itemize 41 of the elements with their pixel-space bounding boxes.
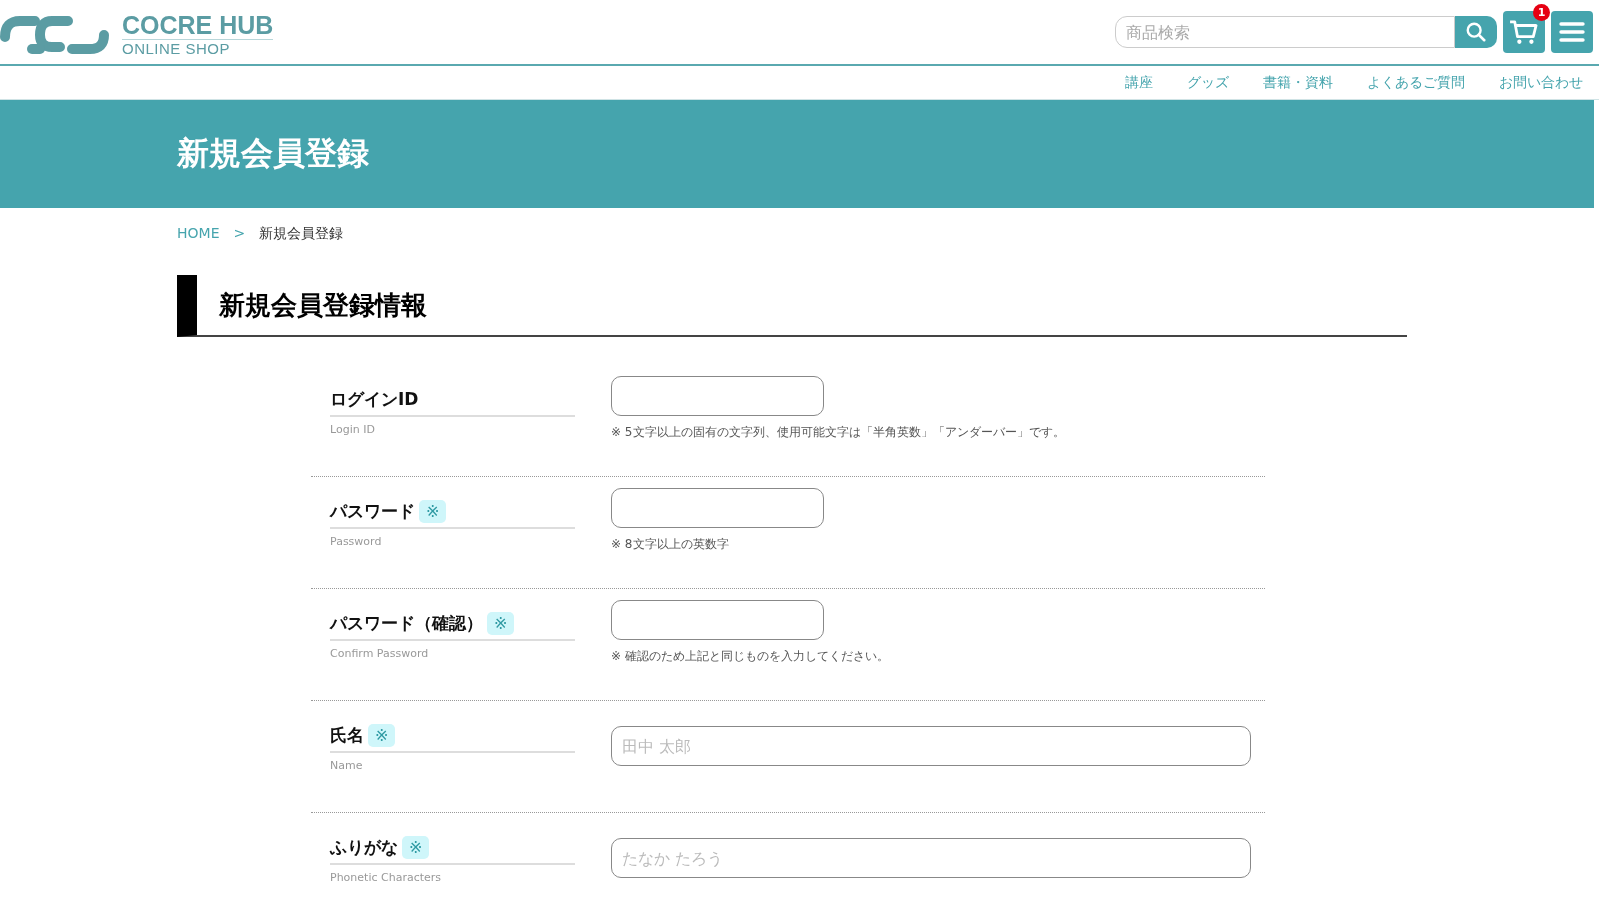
required-badge: ※	[402, 835, 430, 859]
field-label: ふりがな	[330, 835, 398, 859]
cart-count-badge: 1	[1533, 4, 1550, 21]
nav-link[interactable]: 講座	[1125, 73, 1153, 92]
required-badge: ※	[368, 723, 396, 747]
input-field[interactable]: たなか たろう	[611, 838, 1251, 878]
required-badge: ※	[487, 611, 515, 635]
nav-link[interactable]: お問い合わせ	[1499, 73, 1583, 92]
field-label: ログインID	[330, 387, 419, 411]
menu-icon	[1559, 21, 1585, 43]
page-title: 新規会員登録	[177, 133, 369, 174]
nav-link[interactable]: 書籍・資料	[1263, 73, 1333, 92]
search-icon	[1465, 21, 1487, 43]
breadcrumb-separator: >	[233, 225, 246, 243]
field-note: ※ 8文字以上の英数字	[611, 536, 730, 553]
required-badge: ※	[419, 499, 447, 523]
field-sublabel: Confirm Password	[330, 647, 430, 660]
input-field[interactable]	[611, 376, 824, 416]
nav-link[interactable]: グッズ	[1187, 73, 1229, 92]
input-field[interactable]	[611, 600, 824, 640]
field-label: パスワード（確認）	[330, 611, 483, 635]
field-label: 氏名	[330, 723, 364, 747]
logo-subtitle: ONLINE SHOP	[122, 40, 232, 57]
field-sublabel: Password	[330, 535, 383, 548]
search-field[interactable]: 商品検索	[1115, 16, 1455, 48]
field-label: パスワード	[330, 499, 415, 523]
input-field[interactable]: 田中 太郎	[611, 726, 1251, 766]
section-title: 新規会員登録情報	[219, 288, 427, 322]
field-sublabel: Name	[330, 759, 364, 772]
field-sublabel: Phonetic Characters	[330, 871, 443, 884]
logo-title[interactable]: COCRE HUB	[122, 11, 274, 40]
cart-icon	[1509, 19, 1539, 45]
input-field[interactable]	[611, 488, 824, 528]
search-button[interactable]	[1455, 16, 1497, 48]
menu-button[interactable]	[1551, 11, 1593, 53]
breadcrumb-current: 新規会員登録	[259, 225, 344, 243]
nav-link[interactable]: よくあるご質問	[1367, 73, 1465, 92]
field-note: ※ 5文字以上の固有の文字列、使用可能文字は「半角英数」「アンダーバー」です。	[611, 424, 1065, 441]
field-note: ※ 確認のため上記と同じものを入力してください。	[611, 648, 889, 665]
breadcrumb-link[interactable]: HOME	[177, 225, 220, 243]
field-sublabel: Login ID	[330, 423, 376, 436]
